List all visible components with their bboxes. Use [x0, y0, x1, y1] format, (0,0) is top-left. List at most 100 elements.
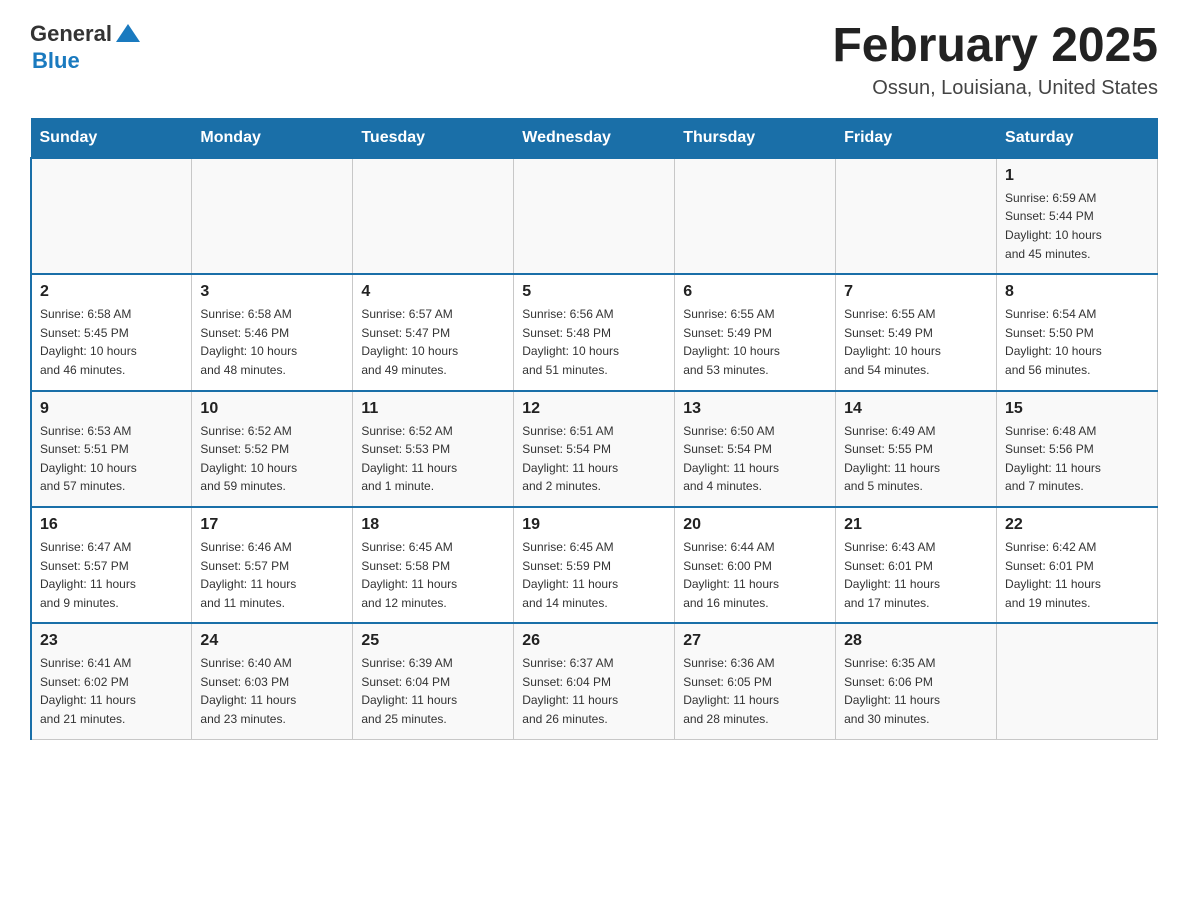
calendar-cell: 21 Sunrise: 6:43 AMSunset: 6:01 PMDayligh… — [836, 507, 997, 623]
calendar-cell — [836, 158, 997, 274]
day-number: 15 — [1005, 400, 1149, 418]
day-number: 1 — [1005, 167, 1149, 185]
calendar-cell: 22 Sunrise: 6:42 AMSunset: 6:01 PMDayligh… — [997, 507, 1158, 623]
calendar-cell — [353, 158, 514, 274]
day-number: 19 — [522, 516, 666, 534]
day-number: 25 — [361, 632, 505, 650]
calendar-cell: 10 Sunrise: 6:52 AMSunset: 5:52 PMDayligh… — [192, 391, 353, 507]
day-number: 9 — [40, 400, 183, 418]
calendar-week-row: 2 Sunrise: 6:58 AMSunset: 5:45 PMDaylight… — [31, 274, 1158, 390]
calendar-body: 1Sunrise: 6:59 AMSunset: 5:44 PMDaylight… — [31, 158, 1158, 739]
calendar-cell: 20 Sunrise: 6:44 AMSunset: 6:00 PMDayligh… — [675, 507, 836, 623]
calendar-cell — [31, 158, 192, 274]
calendar-cell — [192, 158, 353, 274]
day-number: 27 — [683, 632, 827, 650]
calendar-cell: 2 Sunrise: 6:58 AMSunset: 5:45 PMDaylight… — [31, 274, 192, 390]
day-number: 4 — [361, 283, 505, 301]
day-info: Sunrise: 6:48 AMSunset: 5:56 PMDaylight:… — [1005, 422, 1149, 496]
calendar-cell: 27 Sunrise: 6:36 AMSunset: 6:05 PMDayligh… — [675, 623, 836, 739]
calendar-cell: 24Sunrise: 6:40 AMSunset: 6:03 PMDayligh… — [192, 623, 353, 739]
day-number: 17 — [200, 516, 344, 534]
calendar-cell: 16 Sunrise: 6:47 AMSunset: 5:57 PMDayligh… — [31, 507, 192, 623]
day-number: 21 — [844, 516, 988, 534]
calendar-cell: 7 Sunrise: 6:55 AMSunset: 5:49 PMDaylight… — [836, 274, 997, 390]
day-info: Sunrise: 6:45 AMSunset: 5:59 PMDaylight:… — [522, 538, 666, 612]
calendar-table: SundayMondayTuesdayWednesdayThursdayFrid… — [30, 118, 1158, 740]
calendar-cell: 5Sunrise: 6:56 AMSunset: 5:48 PMDaylight… — [514, 274, 675, 390]
day-info: Sunrise: 6:46 AMSunset: 5:57 PMDaylight:… — [200, 538, 344, 612]
day-number: 3 — [200, 283, 344, 301]
logo-general-text: General — [30, 21, 112, 47]
day-number: 18 — [361, 516, 505, 534]
day-info: Sunrise: 6:36 AMSunset: 6:05 PMDaylight:… — [683, 654, 827, 728]
day-info: Sunrise: 6:41 AMSunset: 6:02 PMDaylight:… — [40, 654, 183, 728]
day-info: Sunrise: 6:40 AMSunset: 6:03 PMDaylight:… — [200, 654, 344, 728]
day-info: Sunrise: 6:58 AMSunset: 5:46 PMDaylight:… — [200, 305, 344, 379]
logo: General Blue — [30, 20, 144, 74]
day-number: 7 — [844, 283, 988, 301]
day-info: Sunrise: 6:50 AMSunset: 5:54 PMDaylight:… — [683, 422, 827, 496]
calendar-cell — [675, 158, 836, 274]
calendar-week-row: 16 Sunrise: 6:47 AMSunset: 5:57 PMDayligh… — [31, 507, 1158, 623]
day-number: 12 — [522, 400, 666, 418]
day-info: Sunrise: 6:42 AMSunset: 6:01 PMDaylight:… — [1005, 538, 1149, 612]
day-info: Sunrise: 6:52 AMSunset: 5:53 PMDaylight:… — [361, 422, 505, 496]
calendar-week-row: 1Sunrise: 6:59 AMSunset: 5:44 PMDaylight… — [31, 158, 1158, 274]
calendar-cell — [997, 623, 1158, 739]
calendar-cell: 18 Sunrise: 6:45 AMSunset: 5:58 PMDayligh… — [353, 507, 514, 623]
day-info: Sunrise: 6:49 AMSunset: 5:55 PMDaylight:… — [844, 422, 988, 496]
day-info: Sunrise: 6:56 AMSunset: 5:48 PMDaylight:… — [522, 305, 666, 379]
header-day-tuesday: Tuesday — [353, 118, 514, 158]
title-block: February 2025 Ossun, Louisiana, United S… — [832, 20, 1158, 100]
calendar-title: February 2025 — [832, 20, 1158, 73]
calendar-cell: 23 Sunrise: 6:41 AMSunset: 6:02 PMDayligh… — [31, 623, 192, 739]
day-info: Sunrise: 6:37 AMSunset: 6:04 PMDaylight:… — [522, 654, 666, 728]
day-info: Sunrise: 6:45 AMSunset: 5:58 PMDaylight:… — [361, 538, 505, 612]
day-info: Sunrise: 6:44 AMSunset: 6:00 PMDaylight:… — [683, 538, 827, 612]
day-info: Sunrise: 6:55 AMSunset: 5:49 PMDaylight:… — [844, 305, 988, 379]
calendar-cell: 14Sunrise: 6:49 AMSunset: 5:55 PMDayligh… — [836, 391, 997, 507]
calendar-cell: 13 Sunrise: 6:50 AMSunset: 5:54 PMDayligh… — [675, 391, 836, 507]
calendar-cell: 4 Sunrise: 6:57 AMSunset: 5:47 PMDaylight… — [353, 274, 514, 390]
day-number: 26 — [522, 632, 666, 650]
day-number: 16 — [40, 516, 183, 534]
day-info: Sunrise: 6:58 AMSunset: 5:45 PMDaylight:… — [40, 305, 183, 379]
day-info: Sunrise: 6:47 AMSunset: 5:57 PMDaylight:… — [40, 538, 183, 612]
logo-blue-text: Blue — [32, 48, 80, 73]
logo-triangle-icon — [114, 20, 142, 48]
header-day-wednesday: Wednesday — [514, 118, 675, 158]
calendar-cell — [514, 158, 675, 274]
day-info: Sunrise: 6:57 AMSunset: 5:47 PMDaylight:… — [361, 305, 505, 379]
calendar-cell: 9 Sunrise: 6:53 AMSunset: 5:51 PMDaylight… — [31, 391, 192, 507]
day-info: Sunrise: 6:39 AMSunset: 6:04 PMDaylight:… — [361, 654, 505, 728]
header-day-monday: Monday — [192, 118, 353, 158]
day-info: Sunrise: 6:35 AMSunset: 6:06 PMDaylight:… — [844, 654, 988, 728]
header-day-sunday: Sunday — [31, 118, 192, 158]
calendar-cell: 28 Sunrise: 6:35 AMSunset: 6:06 PMDayligh… — [836, 623, 997, 739]
calendar-header: SundayMondayTuesdayWednesdayThursdayFrid… — [31, 118, 1158, 158]
day-number: 6 — [683, 283, 827, 301]
day-number: 11 — [361, 400, 505, 418]
calendar-cell: 8Sunrise: 6:54 AMSunset: 5:50 PMDaylight… — [997, 274, 1158, 390]
calendar-cell: 6 Sunrise: 6:55 AMSunset: 5:49 PMDaylight… — [675, 274, 836, 390]
day-number: 13 — [683, 400, 827, 418]
calendar-cell: 19 Sunrise: 6:45 AMSunset: 5:59 PMDayligh… — [514, 507, 675, 623]
calendar-cell: 26 Sunrise: 6:37 AMSunset: 6:04 PMDayligh… — [514, 623, 675, 739]
day-info: Sunrise: 6:51 AMSunset: 5:54 PMDaylight:… — [522, 422, 666, 496]
calendar-subtitle: Ossun, Louisiana, United States — [832, 77, 1158, 100]
calendar-week-row: 9 Sunrise: 6:53 AMSunset: 5:51 PMDaylight… — [31, 391, 1158, 507]
day-number: 28 — [844, 632, 988, 650]
day-info: Sunrise: 6:55 AMSunset: 5:49 PMDaylight:… — [683, 305, 827, 379]
day-number: 2 — [40, 283, 183, 301]
day-info: Sunrise: 6:43 AMSunset: 6:01 PMDaylight:… — [844, 538, 988, 612]
day-number: 8 — [1005, 283, 1149, 301]
day-number: 23 — [40, 632, 183, 650]
calendar-cell: 25 Sunrise: 6:39 AMSunset: 6:04 PMDayligh… — [353, 623, 514, 739]
day-info: Sunrise: 6:52 AMSunset: 5:52 PMDaylight:… — [200, 422, 344, 496]
page-header: General Blue February 2025 Ossun, Louisi… — [30, 20, 1158, 100]
calendar-cell: 11 Sunrise: 6:52 AMSunset: 5:53 PMDayligh… — [353, 391, 514, 507]
day-number: 22 — [1005, 516, 1149, 534]
day-number: 20 — [683, 516, 827, 534]
day-number: 10 — [200, 400, 344, 418]
day-info: Sunrise: 6:53 AMSunset: 5:51 PMDaylight:… — [40, 422, 183, 496]
